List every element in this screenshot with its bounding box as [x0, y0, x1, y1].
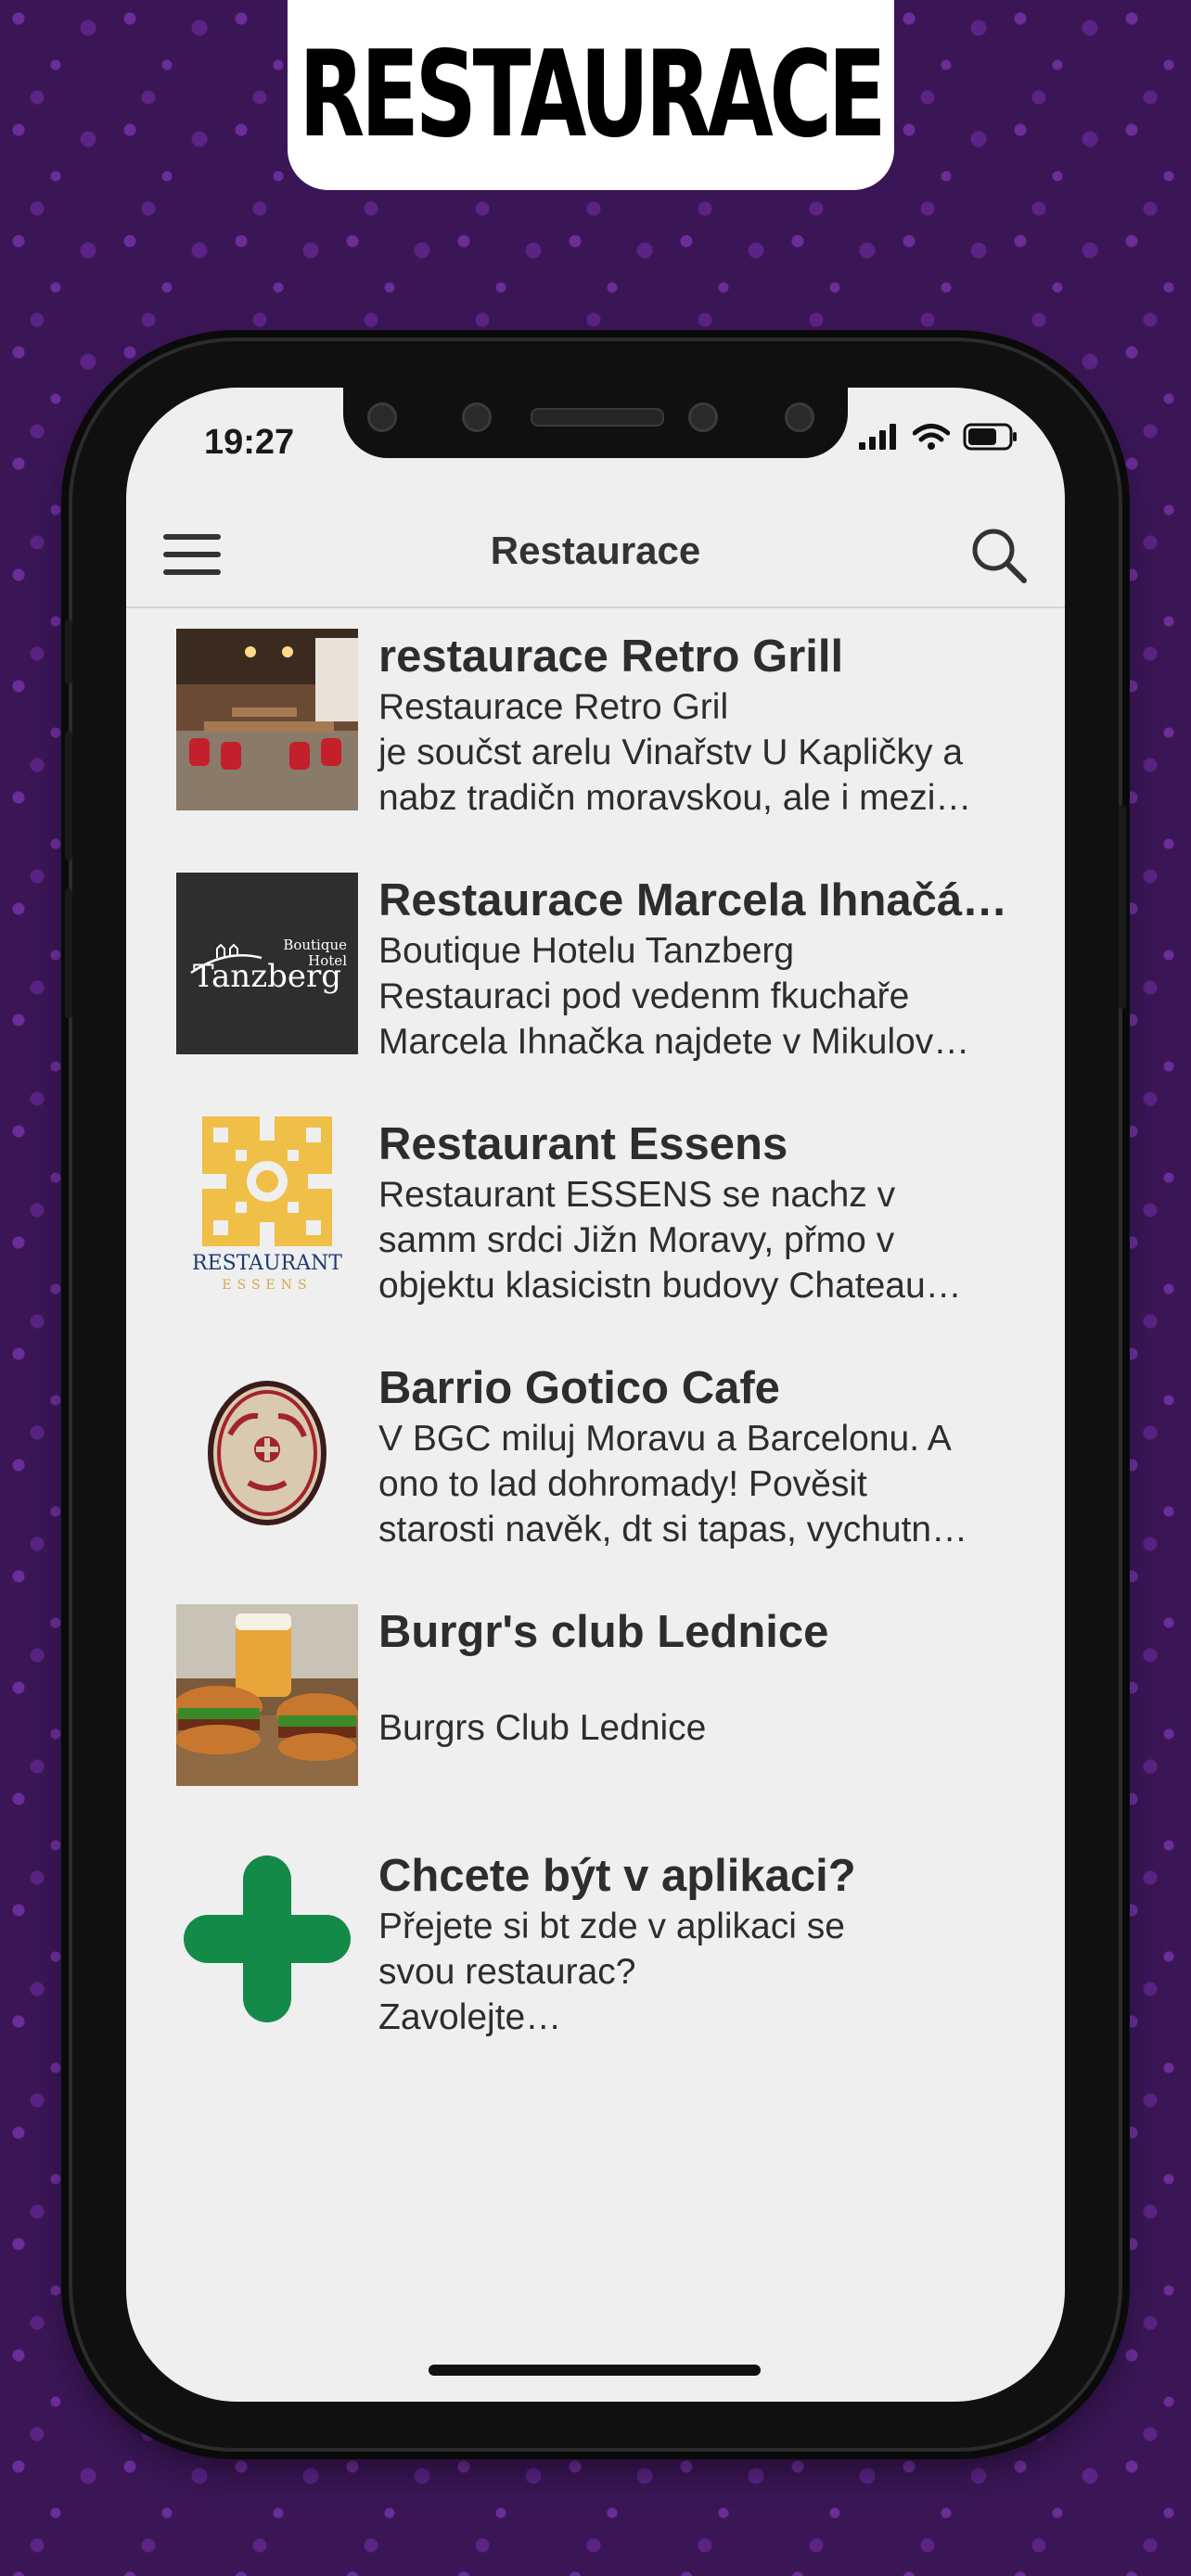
restaurant-title: Barrio Gotico Cafe	[378, 1363, 780, 1413]
status-icons	[859, 423, 1018, 451]
list-item[interactable]: Burgr's club Lednice Burgrs Club Lednice	[176, 1604, 1030, 1848]
restaurant-title: Restaurace Marcela Ihnačá…	[378, 875, 1008, 925]
volume-down-button	[65, 888, 72, 1018]
restaurant-description: V BGC miluj Moravu a Barcelonu. A ono to…	[378, 1419, 968, 1549]
status-time: 19:27	[204, 423, 295, 462]
plus-icon	[176, 1848, 358, 2030]
notch	[343, 388, 848, 458]
list-item[interactable]: Boutique Hotel Tanzberg Restaurace Marce…	[176, 873, 1030, 1116]
restaurant-title: Restaurant Essens	[378, 1119, 788, 1169]
restaurant-thumbnail	[176, 629, 358, 810]
sensor-icon	[367, 402, 397, 432]
essens-logo: RESTAURANT ESSENS	[176, 1116, 358, 1298]
power-button	[1119, 805, 1126, 1009]
front-camera-icon	[688, 402, 718, 432]
logo-text: RESTAURANT	[192, 1252, 342, 1275]
restaurant-description: Přejete si bt zde v aplikaci se svou res…	[378, 1906, 845, 2037]
sensor-icon	[462, 402, 492, 432]
restaurant-list: restaurace Retro Grill Restaurace Retro …	[176, 629, 1030, 2092]
tanzberg-logo: Boutique Hotel Tanzberg	[176, 873, 358, 1054]
battery-icon	[963, 423, 1017, 451]
speaker-grille	[531, 408, 664, 427]
restaurant-description: Burgrs Club Lednice	[378, 1708, 707, 1748]
phone-screen: 19:27 Restaurace restaurace Retro Grill …	[126, 388, 1065, 2402]
banner-title: RESTAURACE	[299, 26, 886, 164]
restaurant-description: Restaurant ESSENS se nachz v samm srdci …	[378, 1175, 962, 1306]
volume-up-button	[65, 731, 72, 861]
navigation-header: Restaurace	[126, 501, 1065, 608]
restaurant-thumbnail	[176, 1604, 358, 1786]
list-item[interactable]: RESTAURANT ESSENS Restaurant Essens Rest…	[176, 1116, 1030, 1360]
signal-icon	[859, 424, 896, 450]
list-item[interactable]: restaurace Retro Grill Restaurace Retro …	[176, 629, 1030, 873]
list-item[interactable]: Chcete být v aplikaci? Přejete si bt zde…	[176, 1848, 1030, 2092]
phone-frame: 19:27 Restaurace restaurace Retro Grill …	[65, 341, 1126, 2448]
home-indicator[interactable]	[429, 2365, 761, 2376]
page-title: Restaurace	[490, 529, 701, 572]
logo-subtext: ESSENS	[222, 1278, 313, 1293]
sensor-icon	[785, 402, 814, 432]
list-item[interactable]: Barrio Gotico Cafe V BGC miluj Moravu a …	[176, 1360, 1030, 1604]
restaurant-title: Burgr's club Lednice	[378, 1607, 829, 1657]
restaurant-description: Boutique Hotelu Tanzberg Restauraci pod …	[378, 931, 970, 1062]
search-icon[interactable]	[970, 527, 1028, 584]
app-store-banner: RESTAURACE	[288, 0, 894, 190]
restaurant-description: Restaurace Retro Gril je součst arelu Vi…	[378, 687, 972, 818]
wifi-icon	[913, 424, 950, 450]
logo-text: Tanzberg	[192, 958, 342, 995]
restaurant-title: restaurace Retro Grill	[378, 631, 844, 682]
restaurant-title: Chcete být v aplikaci?	[378, 1851, 856, 1901]
mute-switch	[65, 619, 72, 684]
barrio-gotico-logo	[176, 1360, 358, 1542]
